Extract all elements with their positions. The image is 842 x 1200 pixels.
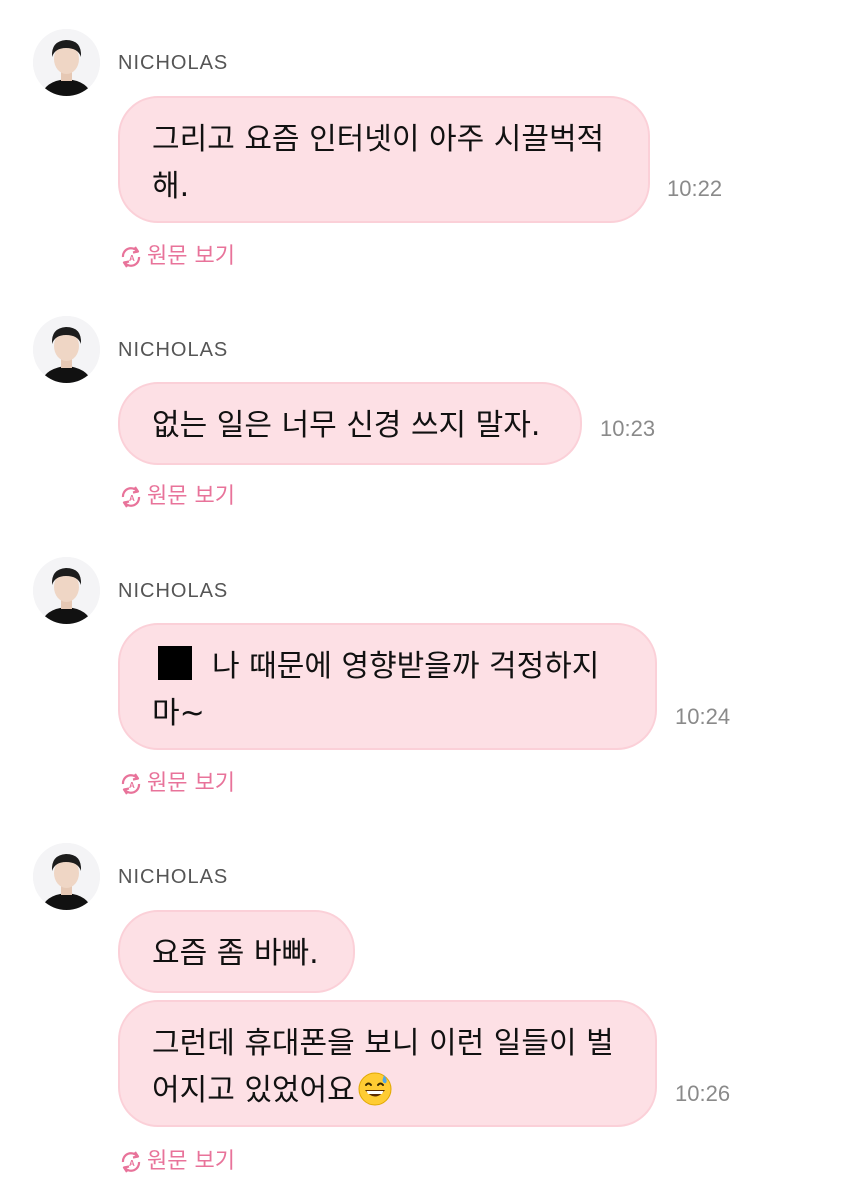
message-line: 마~: [152, 696, 205, 731]
view-original-label: 원문 보기: [147, 484, 235, 509]
grinning-face-with-sweat-icon: [357, 1071, 393, 1107]
message-line: 그리고 요즘 인터넷이 아주 시끌벅적: [152, 122, 605, 157]
svg-text:A: A: [129, 494, 135, 503]
sender-name: NICHOLAS: [118, 339, 229, 361]
view-original-label: 원문 보기: [147, 771, 235, 796]
person-avatar-icon: [33, 557, 100, 624]
avatar[interactable]: [33, 29, 100, 96]
svg-text:A: A: [129, 1159, 135, 1168]
translate-icon: A: [121, 246, 141, 268]
message-time: 10:23: [600, 416, 656, 441]
view-original-link[interactable]: A 원문 보기: [118, 243, 235, 271]
svg-text:A: A: [129, 781, 135, 790]
message-bubble[interactable]: 그런데 휴대폰을 보니 이런 일들이 벌 어지고 있었어요: [118, 1000, 657, 1127]
person-avatar-icon: [33, 843, 100, 910]
message-line: 요즘 좀 바빠.: [152, 936, 319, 971]
message-bubble[interactable]: 요즘 좀 바빠.: [118, 910, 355, 993]
message-bubble[interactable]: 그리고 요즘 인터넷이 아주 시끌벅적 해.: [118, 96, 650, 223]
avatar[interactable]: [33, 316, 100, 383]
svg-text:A: A: [129, 254, 135, 263]
sender-name: NICHOLAS: [118, 52, 229, 74]
message-time: 10:26: [675, 1081, 731, 1106]
sender-name: NICHOLAS: [118, 580, 229, 602]
redaction-block: [158, 646, 192, 680]
translate-icon: A: [121, 773, 141, 795]
message-line: 나 때문에 영향받을까 걱정하지: [212, 649, 600, 684]
avatar[interactable]: [33, 843, 100, 910]
message-time: 10:24: [675, 704, 731, 729]
view-original-link[interactable]: A 원문 보기: [118, 770, 235, 798]
translate-icon: A: [121, 1151, 141, 1173]
sender-name: NICHOLAS: [118, 866, 229, 888]
view-original-link[interactable]: A 원문 보기: [118, 483, 235, 511]
person-avatar-icon: [33, 29, 100, 96]
message-bubble[interactable]: 나 때문에 영향받을까 걱정하지 마~: [118, 623, 657, 750]
view-original-label: 원문 보기: [147, 244, 235, 269]
avatar[interactable]: [33, 557, 100, 624]
message-line: 해.: [152, 169, 190, 204]
message-time: 10:22: [667, 176, 723, 201]
translate-icon: A: [121, 486, 141, 508]
view-original-label: 원문 보기: [147, 1149, 235, 1174]
message-line: 어지고 있었어요: [152, 1073, 355, 1108]
message-bubble[interactable]: 없는 일은 너무 신경 쓰지 말자.: [118, 382, 582, 465]
person-avatar-icon: [33, 316, 100, 383]
view-original-link[interactable]: A 원문 보기: [118, 1148, 235, 1176]
message-line: 없는 일은 너무 신경 쓰지 말자.: [152, 408, 541, 443]
message-line: 그런데 휴대폰을 보니 이런 일들이 벌: [152, 1026, 614, 1061]
